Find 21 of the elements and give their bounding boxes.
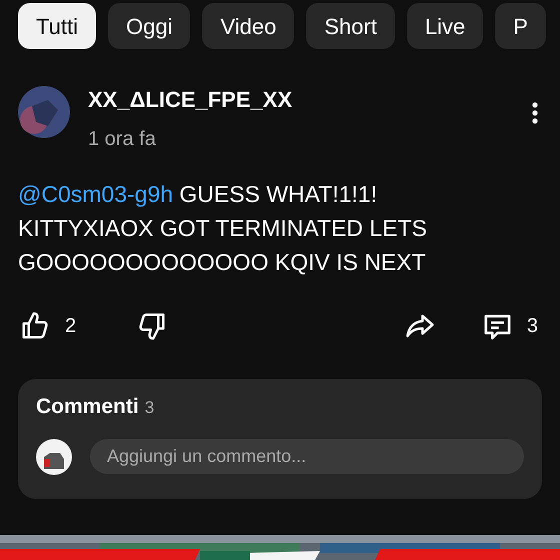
post-text: @C0sm03-g9h GUESS WHAT!1!1! KITTYXIAOX GOT TERMINATED LETS GOOOOOOOOOOOOO KQIV IS NEXT (18, 180, 428, 277)
like-count: 2 (65, 314, 76, 339)
dislike-icon[interactable] (137, 311, 168, 341)
mention-link[interactable]: @C0sm03-g9h (18, 181, 174, 207)
author-name[interactable]: XX_ΔLICE_FPE_XX (88, 86, 532, 114)
comment-count: 3 (526, 314, 538, 339)
filter-chip[interactable]: P (495, 3, 546, 49)
filter-chip[interactable]: Tutti (18, 3, 96, 49)
comments-count: 3 (144, 397, 154, 419)
filter-chip[interactable]: Short (306, 3, 395, 49)
filter-chip[interactable]: Live (406, 3, 484, 49)
like-icon[interactable] (20, 311, 50, 341)
user-avatar (36, 438, 72, 474)
filter-chip[interactable]: Oggi (108, 3, 190, 49)
avatar[interactable] (18, 86, 70, 138)
comment-input[interactable]: Aggiungi un commento... (90, 439, 524, 474)
filter-chip[interactable]: Video (202, 3, 294, 49)
more-icon[interactable] (532, 102, 538, 124)
comments-title: Commenti (36, 394, 139, 420)
comments-panel[interactable]: Commenti 3 Aggiungi un commento... (18, 379, 542, 498)
timestamp: 1 ora fa (88, 127, 157, 152)
